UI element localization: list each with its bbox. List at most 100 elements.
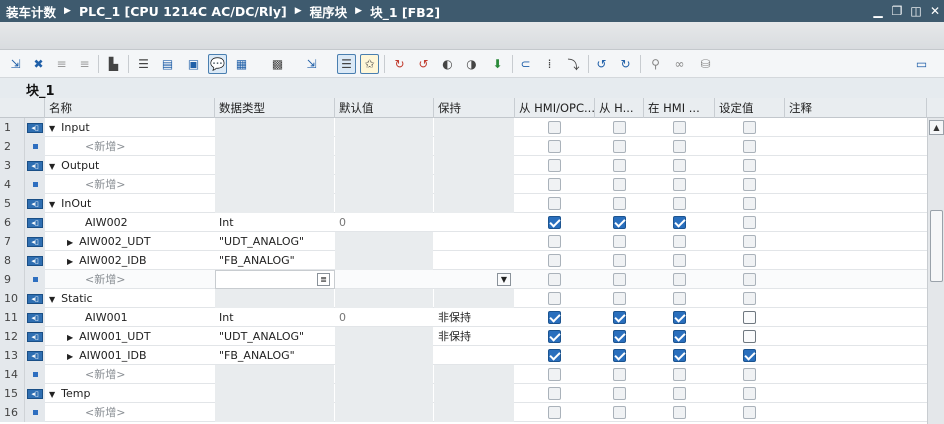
name-cell[interactable]: AIW001 (49, 308, 215, 327)
table-row[interactable]: 9 <新增> ≣ ▼ (0, 270, 927, 289)
collapse-triangle-icon[interactable]: ▼ (49, 200, 55, 209)
previous-icon[interactable]: ◐ (438, 54, 457, 74)
hmi-accessible-checkbox[interactable] (548, 311, 561, 324)
table-row[interactable]: 11 ◂▯ AIW001 Int 0 非保持 (0, 308, 927, 327)
setpoint-checkbox[interactable] (743, 349, 756, 362)
hmi-visible-checkbox[interactable] (613, 121, 626, 134)
table-row[interactable]: 15 ◂▯ ▼ Temp (0, 384, 927, 403)
row-number[interactable]: 8 (0, 251, 25, 270)
table-row[interactable]: 2 <新增> (0, 137, 927, 156)
name-cell[interactable]: AIW002 (49, 213, 215, 232)
hmi-visible-checkbox[interactable] (613, 254, 626, 267)
name-cell[interactable]: <新增> (49, 137, 215, 156)
data-type-cell[interactable]: "FB_ANALOG" (219, 346, 335, 365)
row-number[interactable]: 14 (0, 365, 25, 384)
float-icon[interactable]: ◫ (907, 2, 925, 20)
hmi-writable-checkbox[interactable] (673, 368, 686, 381)
close-icon[interactable]: ✕ (926, 2, 944, 20)
table-row[interactable]: 13 ◂▯ ▶ AIW001_IDB "FB_ANALOG" (0, 346, 927, 365)
setpoint-checkbox[interactable] (743, 235, 756, 248)
setpoint-checkbox[interactable] (743, 254, 756, 267)
hmi-visible-checkbox[interactable] (613, 292, 626, 305)
hmi-writable-checkbox[interactable] (673, 387, 686, 400)
monitor-values-icon[interactable]: ▩ (268, 54, 287, 74)
hmi-accessible-checkbox[interactable] (548, 349, 561, 362)
collapse-triangle-icon[interactable]: ▼ (49, 124, 55, 133)
minimize-icon[interactable]: ▁ (869, 2, 887, 20)
data-type-cell[interactable]: Int (219, 308, 335, 327)
table-row[interactable]: 6 ◂▯ AIW002 Int 0 (0, 213, 927, 232)
data-type-cell[interactable]: "UDT_ANALOG" (219, 327, 335, 346)
call-hierarchy-icon[interactable]: ⊂ (516, 54, 535, 74)
table-row[interactable]: 14 <新增> (0, 365, 927, 384)
name-cell[interactable]: ▶ AIW001_UDT (49, 327, 215, 346)
watch-icon[interactable]: ⚲ (646, 54, 665, 74)
retain-cell[interactable]: 非保持 (438, 327, 515, 346)
next-error-icon[interactable]: ↺ (414, 54, 433, 74)
name-cell[interactable]: <新增> (49, 270, 215, 289)
table-row[interactable]: 1 ◂▯ ▼ Input (0, 118, 927, 137)
setpoint-checkbox[interactable] (743, 121, 756, 134)
hmi-accessible-checkbox[interactable] (548, 254, 561, 267)
hmi-writable-checkbox[interactable] (673, 197, 686, 210)
name-cell[interactable]: ▼ Static (49, 289, 215, 308)
setpoint-checkbox[interactable] (743, 159, 756, 172)
hmi-accessible-checkbox[interactable] (548, 235, 561, 248)
vertical-scrollbar[interactable]: ▲ (927, 118, 944, 424)
collapse-triangle-icon[interactable]: ▼ (49, 162, 55, 171)
row-number[interactable]: 9 (0, 270, 25, 289)
data-type-cell[interactable]: "UDT_ANALOG" (219, 232, 335, 251)
expand-triangle-icon[interactable]: ▶ (67, 257, 73, 266)
type-browse-icon[interactable]: ≣ (317, 273, 330, 286)
row-number[interactable]: 7 (0, 232, 25, 251)
setpoint-checkbox[interactable] (743, 387, 756, 400)
expand-network-icon[interactable]: ▣ (184, 54, 203, 74)
hmi-visible-checkbox[interactable] (613, 349, 626, 362)
column-header[interactable]: 数据类型 (215, 98, 335, 118)
hmi-accessible-checkbox[interactable] (548, 273, 561, 286)
hmi-visible-checkbox[interactable] (613, 235, 626, 248)
collapse-triangle-icon[interactable]: ▼ (49, 390, 55, 399)
setpoint-checkbox[interactable] (743, 368, 756, 381)
table-row[interactable]: 4 <新增> (0, 175, 927, 194)
hmi-accessible-checkbox[interactable] (548, 178, 561, 191)
insert-row-above-icon[interactable]: ≡ (52, 54, 71, 74)
retain-cell[interactable] (438, 213, 515, 232)
setpoint-checkbox[interactable] (743, 406, 756, 419)
row-number[interactable]: 3 (0, 156, 25, 175)
row-number[interactable]: 15 (0, 384, 25, 403)
row-number[interactable]: 6 (0, 213, 25, 232)
hmi-visible-checkbox[interactable] (613, 368, 626, 381)
name-cell[interactable]: ▼ Temp (49, 384, 215, 403)
row-number[interactable]: 12 (0, 327, 25, 346)
show-all-icon[interactable]: ☰ (337, 54, 356, 74)
collapse-triangle-icon[interactable]: ▼ (49, 295, 55, 304)
hmi-writable-checkbox[interactable] (673, 121, 686, 134)
delete-row-icon[interactable]: ✖ (29, 54, 48, 74)
hmi-writable-checkbox[interactable] (673, 235, 686, 248)
name-cell[interactable]: ▼ Input (49, 118, 215, 137)
setpoint-checkbox[interactable] (743, 140, 756, 153)
insert-row-icon[interactable]: ⇲ (6, 54, 25, 74)
monitor-on-icon[interactable]: ↺ (592, 54, 611, 74)
retain-cell[interactable] (438, 232, 515, 251)
hmi-accessible-checkbox[interactable] (548, 406, 561, 419)
hmi-visible-checkbox[interactable] (613, 140, 626, 153)
hmi-accessible-checkbox[interactable] (548, 121, 561, 134)
row-number[interactable]: 1 (0, 118, 25, 137)
table-row[interactable]: 5 ◂▯ ▼ InOut (0, 194, 927, 213)
name-cell[interactable]: ▼ InOut (49, 194, 215, 213)
hmi-accessible-checkbox[interactable] (548, 387, 561, 400)
name-cell[interactable]: ▶ AIW002_UDT (49, 232, 215, 251)
name-cell[interactable]: ▼ Output (49, 156, 215, 175)
insert-row-below-icon[interactable]: ≡ (75, 54, 94, 74)
hmi-visible-checkbox[interactable] (613, 159, 626, 172)
table-row[interactable]: 10 ◂▯ ▼ Static (0, 289, 927, 308)
connect-icon[interactable]: ▙ (104, 54, 123, 74)
panel-icon[interactable]: ▭ (912, 54, 931, 74)
show-interface-icon[interactable]: ☰ (134, 54, 153, 74)
hmi-writable-checkbox[interactable] (673, 216, 686, 229)
data-type-cell[interactable]: "FB_ANALOG" (219, 251, 335, 270)
snapshot-icon[interactable]: ▦ (232, 54, 251, 74)
retain-cell[interactable]: 非保持 (438, 308, 515, 327)
